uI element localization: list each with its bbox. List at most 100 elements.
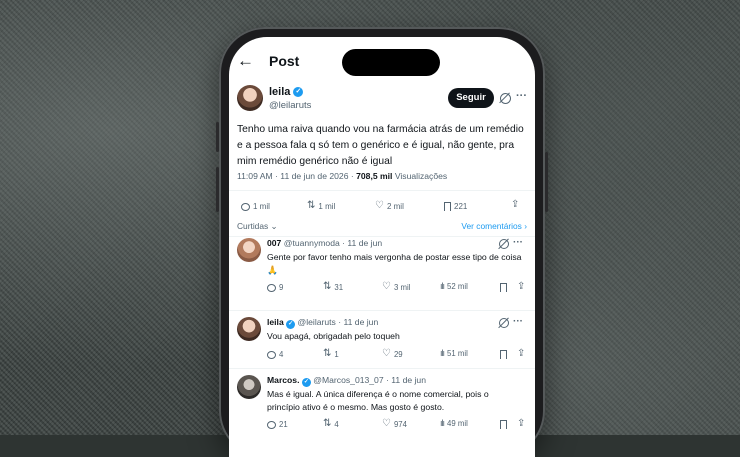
views-icon: ılı [440,418,445,428]
reply-button[interactable]: 1 mil [241,202,270,211]
reply-item[interactable]: Marcos. ✓ @Marcos_013_07 · 11 de jun Mas… [237,375,529,437]
like-button[interactable]: ♡ 3 mil [382,282,410,292]
phone-screen: ← Post leila ✓ @leilaruts Seguir ··· Ten… [229,37,535,457]
reply-date: · 11 de jun [386,375,426,385]
views-button[interactable]: ılı 49 mil [440,418,468,429]
heart-icon: ♡ [375,200,384,211]
page-title: Post [269,53,300,69]
share-icon: ⇪ [517,418,526,429]
view-replies-link[interactable]: Ver comentários › [461,221,527,231]
like-button[interactable]: ♡ 29 [382,349,403,359]
reply-author-name[interactable]: leila [267,317,284,327]
bookmark-button[interactable]: 221 [444,202,467,211]
retweet-icon: ⇅ [323,418,332,429]
author-name[interactable]: leila [269,86,290,98]
reply-item[interactable]: leila ✓ @leilaruts · 11 de jun ··· Vou a… [237,316,529,365]
like-button[interactable]: ♡ 2 mil [375,201,404,211]
liked-by-link[interactable]: Curtidas ⌄ [237,221,278,231]
like-count: 2 mil [386,201,404,211]
like-count: 3 mil [393,282,411,292]
divider [229,190,535,191]
bookmark-icon [500,350,507,359]
author-handle[interactable]: @leilaruts [269,100,311,111]
reply-count: 1 mil [253,202,270,211]
reply-icon [267,350,276,359]
phone-side-button [216,122,219,152]
share-button[interactable]: ⇪ [511,200,519,210]
reply-text: Gente por favor tenho mais vergonha de p… [267,252,522,275]
verified-badge-icon: ✓ [293,87,304,97]
grok-icon[interactable] [499,239,509,249]
arrow-left-icon[interactable]: ← [237,51,254,71]
retweet-button[interactable]: ⇅ 1 [323,349,339,359]
reply-author-name[interactable]: 007 [267,238,281,248]
reply-action-bar: 9 ⇅ 31 ♡ 3 mil ılı 52 mil ⇪ [267,282,525,294]
retweet-button[interactable]: ⇅ 4 [323,419,339,429]
reply-header: leila ✓ @leilaruts · 11 de jun [267,317,378,329]
follow-button[interactable]: Seguir [448,88,494,108]
dynamic-island [342,49,440,76]
reply-author-name[interactable]: Marcos. [267,375,299,385]
reply-header: Marcos. ✓ @Marcos_013_07 · 11 de jun [267,375,426,387]
share-icon: ⇪ [517,348,526,359]
heart-icon: ♡ [382,348,391,359]
bookmark-icon [500,283,507,292]
reply-author-handle[interactable]: @Marcos_013_07 [313,375,383,385]
reply-author-handle[interactable]: @tuannymoda [284,238,340,248]
more-options-icon[interactable]: ··· [513,316,523,327]
avatar[interactable] [237,238,261,262]
reply-button[interactable]: 4 [267,350,283,359]
views-button[interactable]: ılı 51 mil [440,348,468,359]
chevron-down-icon: ⌄ [268,221,278,231]
reply-header: 007 @tuannymoda · 11 de jun [267,238,382,248]
phone-side-button [216,167,219,212]
reply-count: 9 [279,283,284,292]
bookmark-icon [500,420,507,429]
views-count: 52 mil [447,282,468,291]
share-icon: ⇪ [517,281,526,292]
more-options-icon[interactable]: ··· [516,90,527,102]
avatar[interactable] [237,375,261,399]
views-icon: ılı [440,281,445,291]
share-button[interactable]: ⇪ [517,349,525,359]
retweet-button[interactable]: ⇅ 1 mil [307,201,335,211]
author-name-row[interactable]: leila ✓ [269,86,304,98]
post-action-bar: 1 mil ⇅ 1 mil ♡ 2 mil 221 ⇪ [237,200,527,216]
share-icon: ⇪ [511,199,520,210]
more-options-icon[interactable]: ··· [513,237,523,248]
reply-action-bar: 21 ⇅ 4 ♡ 974 ılı 49 mil ⇪ [267,419,525,431]
grok-icon[interactable] [499,318,509,328]
reply-item[interactable]: 007 @tuannymoda · 11 de jun ··· Gente po… [237,237,529,300]
retweet-button[interactable]: ⇅ 31 [323,282,343,292]
like-count: 974 [393,419,407,429]
reply-date: · 11 de jun [342,238,383,248]
bookmark-button[interactable] [500,420,507,429]
reply-button[interactable]: 9 [267,283,283,292]
divider [229,310,535,311]
verified-badge-icon: ✓ [301,378,311,387]
views-button[interactable]: ılı 52 mil [440,281,468,292]
like-button[interactable]: ♡ 974 [382,419,407,429]
views-count: 49 mil [447,419,468,428]
retweet-count: 4 [334,419,339,429]
reply-icon [267,420,276,429]
reply-text: Mas é igual. A única diferença é o nome … [267,389,489,412]
views-icon: ılı [440,348,445,358]
view-replies-label: Ver comentários [461,221,522,231]
views-count: 708,5 mil [356,171,393,181]
avatar[interactable] [237,317,261,341]
retweet-icon: ⇅ [307,200,316,211]
bookmark-icon [444,202,451,211]
reply-author-handle[interactable]: @leilaruts [298,317,336,327]
reply-icon [241,202,250,211]
grok-icon[interactable] [500,93,511,104]
retweet-icon: ⇅ [323,281,332,292]
avatar[interactable] [237,85,263,111]
post-timestamp[interactable]: 11:09 AM · 11 de jun de 2026 · [237,171,356,181]
bookmark-button[interactable] [500,283,507,292]
share-button[interactable]: ⇪ [517,419,525,429]
reply-action-bar: 4 ⇅ 1 ♡ 29 ılı 51 mil ⇪ [267,349,525,361]
reply-button[interactable]: 21 [267,420,288,429]
share-button[interactable]: ⇪ [517,282,525,292]
bookmark-button[interactable] [500,350,507,359]
